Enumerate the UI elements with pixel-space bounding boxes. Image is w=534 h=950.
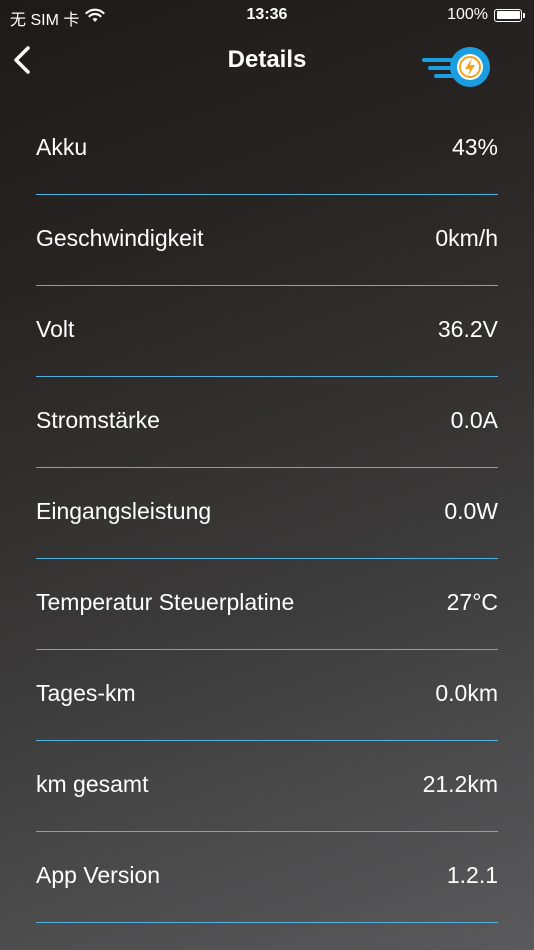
detail-value: 0.0W [444,498,498,524]
bolt-logo-icon [422,42,494,90]
detail-label: Stromstärke [36,407,160,433]
detail-value: 36.2V [437,316,498,342]
detail-value: 0km/h [435,225,498,251]
detail-value: 0.0km [435,680,498,706]
battery-icon [494,8,525,22]
detail-row-app-version: App Version 1.2.1 [36,832,498,923]
detail-value: 1.2.1 [446,862,498,888]
detail-row-volt: Volt 36.2V [36,286,498,377]
detail-row-temperatur: Temperatur Steuerplatine 27°C [36,559,498,650]
status-bar: 无 SIM 卡 13:36 100% [0,0,534,32]
detail-label: App Version [36,862,161,888]
detail-row-akku: Akku 43% [36,104,498,195]
detail-row-eingangsleistung: Eingangsleistung 0.0W [36,468,498,559]
detail-row-km-gesamt: km gesamt 21.2km [36,741,498,832]
detail-value: 21.2km [422,771,498,797]
detail-label: km gesamt [36,771,149,797]
detail-label: Akku [36,134,88,160]
detail-value: 27°C [446,589,498,615]
detail-value: 0.0A [450,407,498,433]
detail-value: 43% [451,134,498,160]
detail-row-tages-km: Tages-km 0.0km [36,650,498,741]
detail-label: Volt [36,316,75,342]
status-right: 100% [447,6,525,24]
detail-label: Temperatur Steuerplatine [36,589,295,615]
detail-label: Geschwindigkeit [36,225,204,251]
nav-bar: Details [0,32,534,88]
detail-label: Eingangsleistung [36,498,212,524]
battery-fill [496,11,520,19]
detail-row-stromstaerke: Stromstärke 0.0A [36,377,498,468]
detail-row-geschwindigkeit: Geschwindigkeit 0km/h [36,195,498,286]
details-list: Akku 43% Geschwindigkeit 0km/h Volt 36.2… [36,104,498,923]
detail-label: Tages-km [36,680,136,706]
battery-percent: 100% [447,6,488,23]
